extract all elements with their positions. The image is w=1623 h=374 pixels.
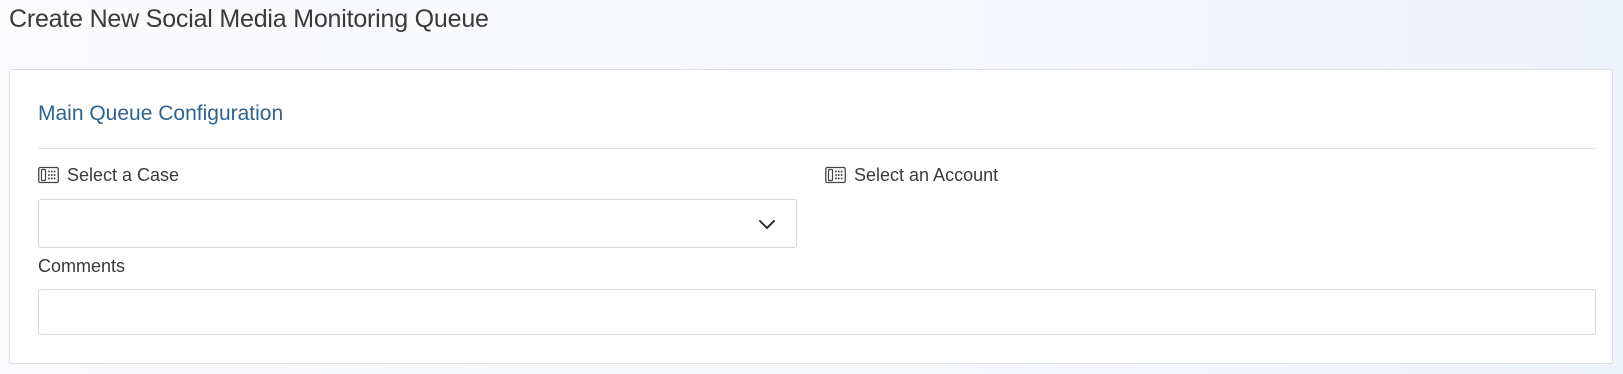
queue-configuration-card: Main Queue Configuration Select a Case S… xyxy=(9,69,1613,364)
comments-label-text: Comments xyxy=(38,256,126,276)
section-divider xyxy=(38,148,1596,149)
select-account-label: Select an Account xyxy=(825,163,998,187)
page-title: Create New Social Media Monitoring Queue xyxy=(9,5,489,33)
chevron-down-icon[interactable] xyxy=(758,217,776,229)
select-account-label-text: Select an Account xyxy=(854,165,999,185)
phone-keypad-icon xyxy=(825,166,846,184)
comments-label: Comments xyxy=(38,254,125,278)
phone-keypad-icon xyxy=(38,166,59,184)
select-case-label-text: Select a Case xyxy=(67,165,180,185)
select-case-label: Select a Case xyxy=(38,163,179,187)
section-title: Main Queue Configuration xyxy=(38,102,284,125)
comments-input[interactable] xyxy=(38,289,1596,335)
case-select[interactable] xyxy=(38,199,797,248)
